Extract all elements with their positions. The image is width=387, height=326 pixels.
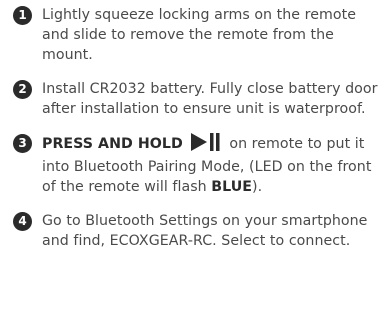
step-3: 3 PRESS AND HOLD on remote to put it int… bbox=[13, 133, 385, 197]
press-and-hold-label: PRESS AND HOLD bbox=[42, 136, 183, 152]
step-number-badge: 1 bbox=[13, 6, 32, 25]
step-text-end: ). bbox=[252, 179, 263, 195]
step-text: Go to Bluetooth Settings on your smartph… bbox=[42, 213, 368, 249]
play-pause-icon bbox=[190, 133, 221, 157]
step-2: 2 Install CR2032 battery. Fully close ba… bbox=[13, 79, 385, 119]
step-1: 1 Lightly squeeze locking arms on the re… bbox=[13, 5, 385, 65]
led-color-label: BLUE bbox=[211, 179, 253, 195]
step-number-badge: 3 bbox=[13, 134, 32, 153]
step-number-badge: 4 bbox=[13, 212, 32, 231]
step-4: 4 Go to Bluetooth Settings on your smart… bbox=[13, 211, 385, 251]
step-number-badge: 2 bbox=[13, 80, 32, 99]
instruction-steps: 1 Lightly squeeze locking arms on the re… bbox=[13, 5, 385, 251]
step-text: Lightly squeeze locking arms on the remo… bbox=[42, 7, 356, 63]
step-text: Install CR2032 battery. Fully close batt… bbox=[42, 81, 378, 117]
step-text: PRESS AND HOLD on remote to put it into … bbox=[42, 133, 385, 197]
